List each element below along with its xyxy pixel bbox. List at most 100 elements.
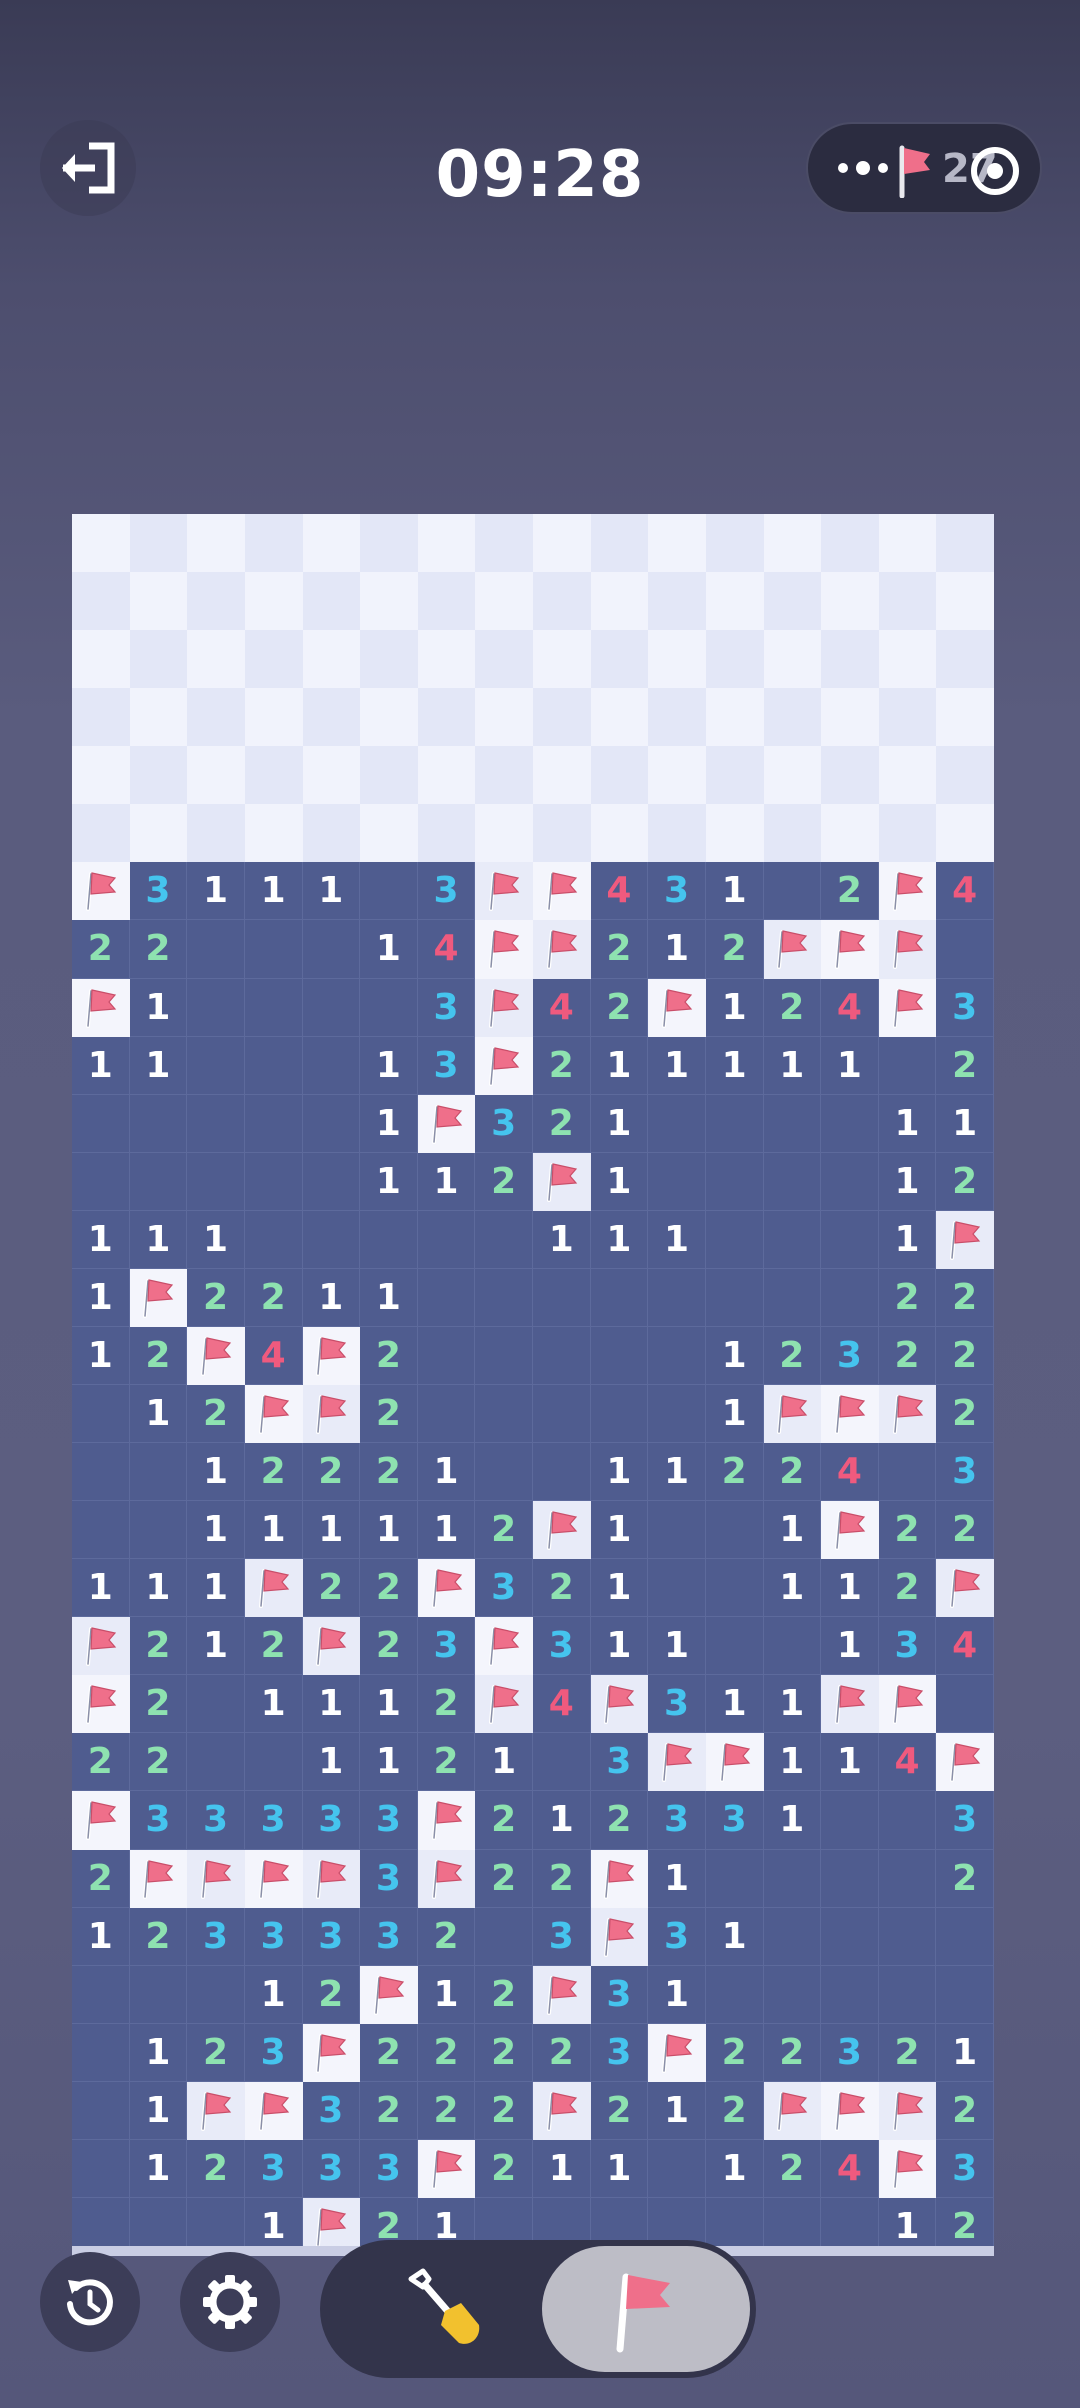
number-cell[interactable]: 1 xyxy=(821,1559,879,1618)
number-cell[interactable]: 4 xyxy=(821,1443,879,1502)
number-cell[interactable]: 2 xyxy=(878,2023,937,2082)
empty-cell[interactable] xyxy=(129,1443,188,1502)
number-cell[interactable]: 1 xyxy=(72,1907,130,1966)
flagged-cell[interactable] xyxy=(763,1385,822,1444)
number-cell[interactable]: 1 xyxy=(360,920,418,979)
number-cell[interactable]: 3 xyxy=(129,862,188,921)
number-cell[interactable]: 1 xyxy=(129,978,188,1037)
number-cell[interactable]: 2 xyxy=(129,920,188,979)
hidden-cell[interactable] xyxy=(533,804,591,863)
number-cell[interactable]: 2 xyxy=(763,978,822,1037)
number-cell[interactable]: 2 xyxy=(821,862,879,921)
hidden-cell[interactable] xyxy=(648,514,706,573)
number-cell[interactable]: 2 xyxy=(705,2023,764,2082)
empty-cell[interactable] xyxy=(821,1268,879,1327)
hidden-cell[interactable] xyxy=(129,514,188,573)
hidden-cell[interactable] xyxy=(475,630,533,689)
hidden-cell[interactable] xyxy=(302,804,361,863)
number-cell[interactable]: 1 xyxy=(533,1791,591,1850)
flagged-cell[interactable] xyxy=(821,1501,879,1560)
hidden-cell[interactable] xyxy=(417,804,476,863)
number-cell[interactable]: 2 xyxy=(244,1268,303,1327)
number-cell[interactable]: 2 xyxy=(244,1617,303,1676)
hidden-cell[interactable] xyxy=(360,630,418,689)
number-cell[interactable]: 2 xyxy=(302,1559,361,1618)
flagged-cell[interactable] xyxy=(72,978,130,1037)
number-cell[interactable]: 3 xyxy=(648,862,706,921)
number-cell[interactable]: 3 xyxy=(936,2139,994,2198)
number-cell[interactable]: 1 xyxy=(705,2139,764,2198)
number-cell[interactable]: 1 xyxy=(533,2139,591,2198)
hidden-cell[interactable] xyxy=(187,688,245,747)
flagged-cell[interactable] xyxy=(475,862,533,921)
hidden-cell[interactable] xyxy=(417,746,476,805)
empty-cell[interactable] xyxy=(821,1094,879,1153)
number-cell[interactable]: 2 xyxy=(590,978,649,1037)
number-cell[interactable]: 3 xyxy=(302,2081,361,2140)
number-cell[interactable]: 4 xyxy=(417,920,476,979)
flagged-cell[interactable] xyxy=(648,2023,706,2082)
number-cell[interactable]: 2 xyxy=(705,920,764,979)
number-cell[interactable]: 1 xyxy=(590,2139,649,2198)
empty-cell[interactable] xyxy=(705,1849,764,1908)
hidden-cell[interactable] xyxy=(302,514,361,573)
number-cell[interactable]: 3 xyxy=(244,1907,303,1966)
number-cell[interactable]: 2 xyxy=(244,1443,303,1502)
number-cell[interactable]: 1 xyxy=(187,1501,245,1560)
flagged-cell[interactable] xyxy=(821,2081,879,2140)
empty-cell[interactable] xyxy=(821,1965,879,2024)
flagged-cell[interactable] xyxy=(475,1617,533,1676)
number-cell[interactable]: 1 xyxy=(878,1094,937,1153)
number-cell[interactable]: 1 xyxy=(705,862,764,921)
flagged-cell[interactable] xyxy=(129,1849,188,1908)
more-dots-icon[interactable] xyxy=(838,161,896,175)
hidden-cell[interactable] xyxy=(590,514,649,573)
hidden-cell[interactable] xyxy=(763,804,822,863)
hidden-cell[interactable] xyxy=(705,688,764,747)
empty-cell[interactable] xyxy=(590,1268,649,1327)
empty-cell[interactable] xyxy=(187,920,245,979)
number-cell[interactable]: 1 xyxy=(129,1385,188,1444)
number-cell[interactable]: 1 xyxy=(129,1036,188,1095)
flag-mode-button[interactable] xyxy=(542,2246,750,2372)
flagged-cell[interactable] xyxy=(878,1675,937,1734)
empty-cell[interactable] xyxy=(821,1907,879,1966)
number-cell[interactable]: 3 xyxy=(936,1443,994,1502)
hidden-cell[interactable] xyxy=(187,514,245,573)
empty-cell[interactable] xyxy=(821,1849,879,1908)
empty-cell[interactable] xyxy=(360,1210,418,1269)
hidden-cell[interactable] xyxy=(302,630,361,689)
empty-cell[interactable] xyxy=(244,1152,303,1211)
flagged-cell[interactable] xyxy=(533,920,591,979)
number-cell[interactable]: 3 xyxy=(936,978,994,1037)
hidden-cell[interactable] xyxy=(878,514,937,573)
hidden-cell[interactable] xyxy=(72,804,130,863)
empty-cell[interactable] xyxy=(417,1268,476,1327)
number-cell[interactable]: 1 xyxy=(72,1036,130,1095)
number-cell[interactable]: 1 xyxy=(302,1268,361,1327)
flagged-cell[interactable] xyxy=(417,1849,476,1908)
flagged-cell[interactable] xyxy=(878,862,937,921)
flagged-cell[interactable] xyxy=(936,1210,994,1269)
number-cell[interactable]: 1 xyxy=(302,1733,361,1792)
empty-cell[interactable] xyxy=(705,1501,764,1560)
hidden-cell[interactable] xyxy=(878,572,937,631)
empty-cell[interactable] xyxy=(878,1849,937,1908)
empty-cell[interactable] xyxy=(763,1210,822,1269)
flagged-cell[interactable] xyxy=(475,920,533,979)
hidden-cell[interactable] xyxy=(475,804,533,863)
hidden-cell[interactable] xyxy=(417,630,476,689)
empty-cell[interactable] xyxy=(475,1210,533,1269)
hidden-cell[interactable] xyxy=(878,688,937,747)
empty-cell[interactable] xyxy=(187,1733,245,1792)
number-cell[interactable]: 2 xyxy=(936,1501,994,1560)
number-cell[interactable]: 1 xyxy=(763,1559,822,1618)
hidden-cell[interactable] xyxy=(475,688,533,747)
empty-cell[interactable] xyxy=(648,1094,706,1153)
number-cell[interactable]: 2 xyxy=(763,1326,822,1385)
number-cell[interactable]: 3 xyxy=(360,1907,418,1966)
number-cell[interactable]: 3 xyxy=(244,2139,303,2198)
empty-cell[interactable] xyxy=(763,1617,822,1676)
flagged-cell[interactable] xyxy=(187,1849,245,1908)
empty-cell[interactable] xyxy=(129,1965,188,2024)
